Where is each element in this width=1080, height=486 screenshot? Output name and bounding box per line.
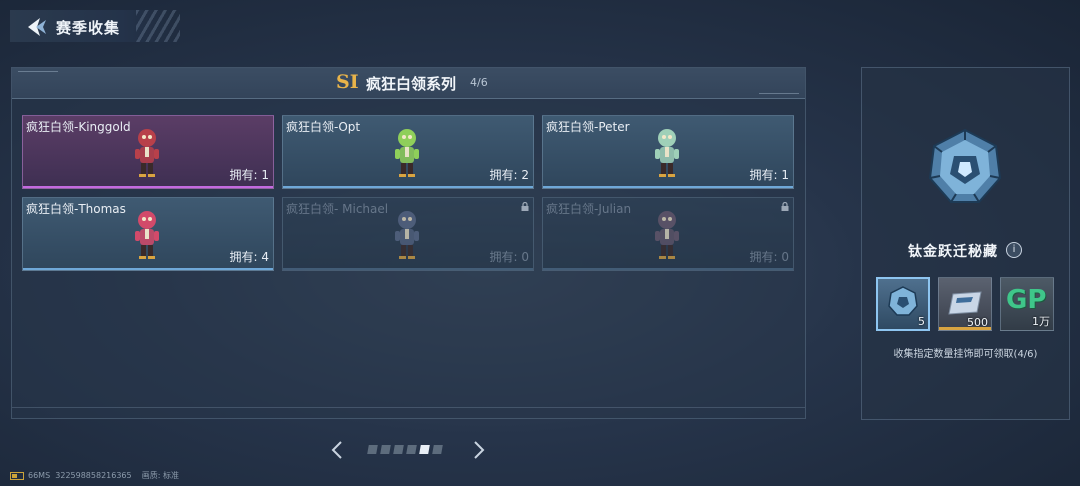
reward-item-ticket[interactable]: 500 [938,277,992,331]
pendant-figure-icon [135,129,159,177]
gp-icon: GP [1006,285,1047,315]
collection-card[interactable]: 疯狂白领- Michael 拥有: 0 [282,197,534,271]
player-id: 322598858216365 [55,471,132,480]
reward-panel: 钛金跃迁秘藏 i 5 500 GP 1万 收集指定数量挂饰即可领取(4/6) [861,67,1070,420]
season-logo: SI [336,71,359,93]
page-dot[interactable] [393,445,404,454]
pendant-figure-icon [395,211,419,259]
next-page-icon[interactable] [472,440,486,460]
series-name: 疯狂白领系列 [366,75,457,93]
card-owned-count: 拥有: 4 [229,250,270,264]
status-footer: 66MS 322598858216365 画质: 标准 [10,470,179,481]
page-dot[interactable] [432,445,443,454]
collection-card[interactable]: 疯狂白领-Opt 拥有: 2 [282,115,534,189]
header-decoration-right [759,91,799,94]
reward-hint: 收集指定数量挂饰即可领取(4/6) [893,349,1038,360]
ping-value: 66MS [28,471,51,480]
card-owned-count: 拥有: 1 [749,168,790,182]
lock-icon [521,202,529,211]
card-owned-count: 拥有: 1 [229,168,270,182]
ticket-icon [948,291,982,315]
card-name: 疯狂白领-Peter [546,120,630,134]
header-decoration-left [18,71,58,75]
header-decoration [136,10,180,42]
card-name: 疯狂白领-Kinggold [26,120,131,134]
card-name: 疯狂白领-Opt [286,120,361,134]
collection-card[interactable]: 疯狂白领-Thomas 拥有: 4 [22,197,274,271]
rarity-bar [23,268,273,270]
collection-card[interactable]: 疯狂白领-Peter 拥有: 1 [542,115,794,189]
titanium-cache-icon[interactable] [924,126,1006,208]
quality-label: 画质: 标准 [141,471,180,480]
lock-icon [781,202,789,211]
pendant-figure-icon [655,129,679,177]
page-dot[interactable] [367,445,378,454]
pendant-figure-icon [655,211,679,259]
panel-divider [12,407,805,408]
rarity-bar [283,268,533,270]
collection-panel: SI 疯狂白领系列 4/6 疯狂白领-Kinggold 拥有: 1 疯狂白领-Opt… [11,67,806,419]
card-name: 疯狂白领-Thomas [26,202,126,216]
card-owned-count: 拥有: 0 [749,250,790,264]
top-bar: 赛季收集 [10,10,180,42]
battery-icon [10,471,24,480]
card-owned-count: 拥有: 2 [489,168,530,182]
page-dot[interactable] [419,445,430,454]
reward-item-gp[interactable]: GP 1万 [1000,277,1054,331]
back-arrow-icon[interactable] [24,16,50,38]
page-dot[interactable] [406,445,417,454]
prev-page-icon[interactable] [330,440,344,460]
rarity-bar [23,186,273,188]
titanium-cache-small-icon [888,286,918,316]
rarity-bar [543,268,793,270]
reward-title: 钛金跃迁秘藏 [908,244,998,260]
pendant-figure-icon [135,211,159,259]
reward-quantity: 1万 [1032,315,1050,328]
collection-card[interactable]: 疯狂白领-Julian 拥有: 0 [542,197,794,271]
series-header: SI 疯狂白领系列 4/6 [12,68,805,99]
pendant-figure-icon [395,129,419,177]
page-dot[interactable] [380,445,391,454]
card-name: 疯狂白领- Michael [286,202,389,216]
rarity-bar [939,327,991,330]
card-owned-count: 拥有: 0 [489,250,530,264]
rarity-bar [283,186,533,188]
page-dots [367,445,443,454]
page-title: 赛季收集 [56,19,121,37]
info-icon[interactable]: i [1006,242,1022,258]
reward-item-titanium-cache[interactable]: 5 [876,277,930,331]
reward-quantity: 5 [918,315,925,328]
collection-card[interactable]: 疯狂白领-Kinggold 拥有: 1 [22,115,274,189]
series-progress: 4/6 [470,76,488,89]
rarity-bar [543,186,793,188]
card-name: 疯狂白领-Julian [546,202,632,216]
pagination [330,440,490,460]
